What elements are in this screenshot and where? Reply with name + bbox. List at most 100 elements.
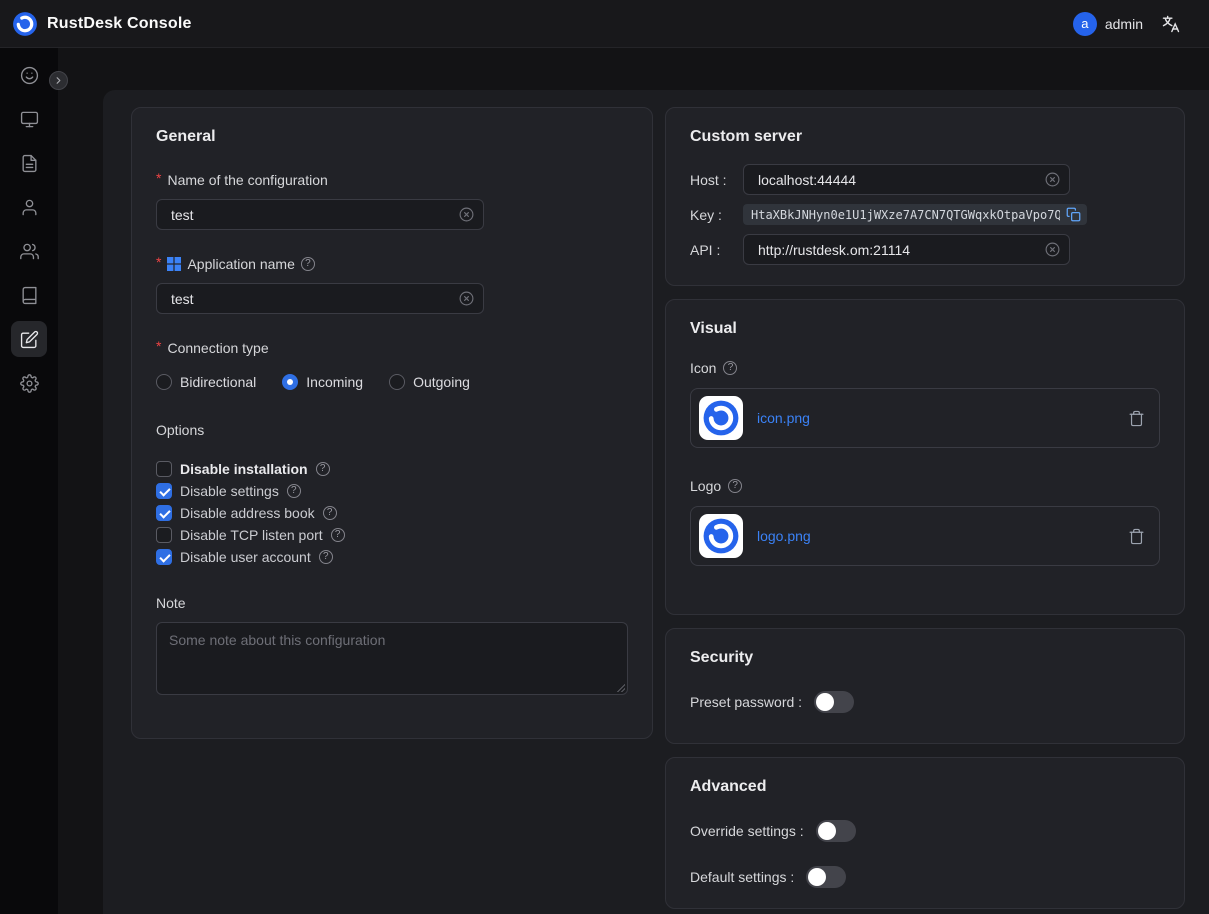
radio-incoming[interactable]: Incoming	[282, 374, 363, 390]
clear-input-icon[interactable]	[1044, 241, 1061, 258]
required-asterisk: *	[156, 339, 161, 353]
options-label: Options	[156, 422, 628, 438]
key-row: Key : HtaXBkJNHyn0e1U1jWXze7A7CN7QTGWqxk…	[690, 204, 1160, 225]
api-field	[743, 234, 1070, 265]
api-input[interactable]	[756, 241, 1044, 259]
checkbox-control[interactable]	[156, 505, 172, 521]
default-settings-row: Default settings :	[690, 866, 1160, 888]
advanced-title: Advanced	[690, 778, 1160, 796]
clear-input-icon[interactable]	[458, 206, 475, 223]
checkbox-control[interactable]	[156, 527, 172, 543]
icon-file-link[interactable]: icon.png	[757, 410, 810, 426]
help-icon[interactable]: ?	[316, 462, 330, 476]
application-name-field	[156, 283, 484, 314]
delete-logo-file-button[interactable]	[1128, 528, 1145, 545]
visual-card: Visual Icon ? icon.png	[665, 299, 1185, 615]
general-title: General	[156, 128, 628, 146]
brand: RustDesk Console	[12, 11, 192, 37]
checkbox-disable-tcp-listen-port[interactable]: Disable TCP listen port ?	[156, 527, 628, 543]
radio-outgoing[interactable]: Outgoing	[389, 374, 470, 390]
sidebar-item-dashboard[interactable]	[7, 53, 51, 97]
logo-file-link[interactable]: logo.png	[757, 528, 811, 544]
translate-icon[interactable]	[1161, 14, 1181, 34]
required-asterisk: *	[156, 171, 161, 185]
delete-icon-file-button[interactable]	[1128, 410, 1145, 427]
custom-server-card: Custom server Host :	[665, 107, 1185, 286]
copy-icon[interactable]	[1066, 207, 1081, 222]
sidebar-item-users[interactable]	[7, 185, 51, 229]
sidebar-collapse-button[interactable]	[49, 71, 68, 90]
checkbox-disable-user-account[interactable]: Disable user account ?	[156, 549, 628, 565]
note-textarea[interactable]	[156, 622, 628, 695]
dashboard-smile-icon	[20, 66, 39, 85]
settings-gear-icon	[20, 374, 39, 393]
help-icon[interactable]: ?	[323, 506, 337, 520]
override-settings-toggle[interactable]	[816, 820, 856, 842]
host-row: Host :	[690, 164, 1160, 195]
preset-password-label: Preset password :	[690, 694, 802, 710]
groups-icon	[20, 242, 39, 261]
checkbox-control[interactable]	[156, 549, 172, 565]
override-settings-row: Override settings :	[690, 820, 1160, 842]
sidebar-item-devices[interactable]	[7, 97, 51, 141]
custom-server-title: Custom server	[690, 128, 1160, 146]
default-settings-toggle[interactable]	[806, 866, 846, 888]
connection-type-group: Bidirectional Incoming Outgoing	[156, 374, 628, 390]
checkbox-disable-settings[interactable]: Disable settings ?	[156, 483, 628, 499]
icon-upload-label: Icon ?	[690, 360, 1160, 376]
main-content: General * Name of the configuration	[58, 48, 1209, 914]
application-name-label: * Application name ?	[156, 256, 628, 272]
help-icon[interactable]: ?	[331, 528, 345, 542]
key-label: Key :	[690, 207, 743, 223]
host-label: Host :	[690, 172, 743, 188]
sidebar-item-settings[interactable]	[7, 361, 51, 405]
host-input[interactable]	[756, 171, 1044, 189]
help-icon[interactable]: ?	[728, 479, 742, 493]
logo-upload-label: Logo ?	[690, 478, 1160, 494]
config-name-input[interactable]	[169, 206, 458, 224]
help-icon[interactable]: ?	[723, 361, 737, 375]
override-settings-label: Override settings :	[690, 823, 804, 839]
app-title: RustDesk Console	[47, 15, 192, 33]
sidebar-item-groups[interactable]	[7, 229, 51, 273]
radio-bidirectional[interactable]: Bidirectional	[156, 374, 256, 390]
api-label: API :	[690, 242, 743, 258]
sidebar-item-logs[interactable]	[7, 141, 51, 185]
avatar[interactable]: a	[1073, 12, 1097, 36]
sidebar-item-custom-clients[interactable]	[7, 317, 51, 361]
radio-control[interactable]	[156, 374, 172, 390]
checkbox-disable-installation[interactable]: Disable installation ?	[156, 461, 628, 477]
api-row: API :	[690, 234, 1160, 265]
username: admin	[1105, 16, 1143, 32]
chevron-right-icon	[53, 75, 64, 86]
clear-input-icon[interactable]	[458, 290, 475, 307]
advanced-card: Advanced Override settings : Default set…	[665, 757, 1185, 909]
host-field	[743, 164, 1070, 195]
clear-input-icon[interactable]	[1044, 171, 1061, 188]
connection-type-label: * Connection type	[156, 340, 628, 356]
radio-control[interactable]	[389, 374, 405, 390]
general-card: General * Name of the configuration	[131, 107, 653, 739]
security-title: Security	[690, 649, 1160, 667]
user-menu[interactable]: a admin	[1073, 12, 1143, 36]
resize-handle[interactable]	[615, 682, 625, 692]
sidebar	[0, 48, 58, 914]
windows-icon	[167, 257, 181, 271]
icon-preview-image	[699, 396, 743, 440]
application-name-input[interactable]	[169, 290, 458, 308]
logo-file-box: logo.png	[690, 506, 1160, 566]
checkbox-disable-address-book[interactable]: Disable address book ?	[156, 505, 628, 521]
radio-control[interactable]	[282, 374, 298, 390]
checkbox-control[interactable]	[156, 461, 172, 477]
help-icon[interactable]: ?	[287, 484, 301, 498]
preset-password-toggle[interactable]	[814, 691, 854, 713]
help-icon[interactable]: ?	[301, 257, 315, 271]
logs-document-icon	[20, 154, 39, 173]
key-value-chip: HtaXBkJNHyn0e1U1jWXze7A7CN7QTGWqxkOtpaVp…	[743, 204, 1087, 225]
sidebar-item-address-books[interactable]	[7, 273, 51, 317]
checkbox-control[interactable]	[156, 483, 172, 499]
key-value: HtaXBkJNHyn0e1U1jWXze7A7CN7QTGWqxkOtpaVp…	[751, 208, 1060, 222]
help-icon[interactable]: ?	[319, 550, 333, 564]
config-name-field	[156, 199, 484, 230]
trash-icon	[1128, 410, 1145, 427]
